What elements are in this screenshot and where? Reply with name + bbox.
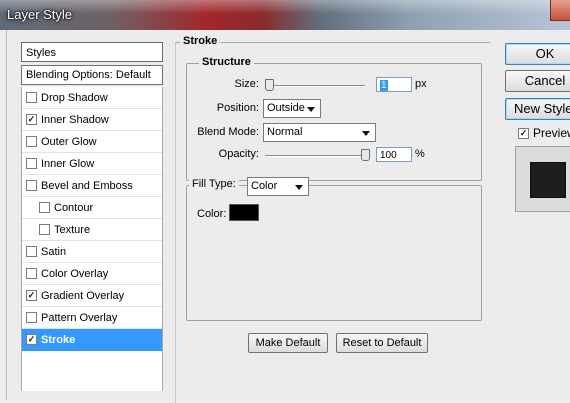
window-close-button[interactable] bbox=[550, 0, 570, 21]
preview-label: Preview bbox=[533, 126, 570, 140]
style-item-label: Texture bbox=[54, 224, 91, 236]
structure-title: Structure bbox=[199, 56, 254, 68]
window-title: Layer Style bbox=[7, 7, 73, 22]
opacity-slider-track[interactable] bbox=[265, 155, 369, 157]
size-label: Size: bbox=[234, 78, 259, 90]
fill-type-select[interactable]: Color bbox=[247, 177, 309, 196]
size-unit: px bbox=[415, 78, 427, 90]
position-label: Position: bbox=[216, 102, 259, 114]
checkbox[interactable] bbox=[26, 135, 37, 147]
style-item-label: Color Overlay bbox=[41, 268, 109, 280]
blend-mode-value: Normal bbox=[267, 126, 303, 138]
preview-square bbox=[531, 163, 565, 197]
checkbox[interactable] bbox=[26, 91, 37, 103]
new-style-button[interactable]: New Style... bbox=[505, 98, 570, 120]
style-item-texture[interactable]: Texture bbox=[22, 219, 162, 241]
check-icon[interactable]: ✓ bbox=[518, 127, 529, 139]
checkbox[interactable] bbox=[39, 201, 50, 213]
checkbox[interactable] bbox=[26, 179, 37, 191]
check-icon[interactable]: ✓ bbox=[26, 289, 37, 301]
stroke-panel: Stroke Structure Size: 1 px Position: Ou… bbox=[175, 35, 490, 403]
title-glare bbox=[0, 0, 570, 14]
make-default-button[interactable]: Make Default bbox=[248, 333, 328, 353]
style-item-label: Stroke bbox=[41, 334, 76, 346]
preview-toggle[interactable]: ✓ Preview bbox=[518, 126, 570, 140]
style-item-stroke[interactable]: ✓ Stroke bbox=[22, 329, 162, 351]
style-item-label: Gradient Overlay bbox=[41, 290, 125, 302]
chevron-down-icon bbox=[362, 131, 370, 136]
size-input[interactable]: 1 bbox=[376, 77, 412, 92]
checkbox[interactable] bbox=[26, 157, 37, 169]
style-item-label: Drop Shadow bbox=[41, 92, 108, 104]
style-item-pattern-overlay[interactable]: Pattern Overlay bbox=[22, 307, 162, 329]
opacity-unit: % bbox=[415, 148, 425, 160]
blend-mode-select[interactable]: Normal bbox=[263, 123, 376, 142]
size-slider-thumb[interactable] bbox=[265, 79, 274, 91]
opacity-input[interactable]: 100 bbox=[376, 147, 412, 162]
color-swatch[interactable] bbox=[229, 204, 259, 221]
style-item-inner-glow[interactable]: Inner Glow bbox=[22, 153, 162, 175]
title-bar: Layer Style bbox=[0, 0, 570, 30]
fill-type-value: Color bbox=[251, 180, 278, 192]
style-item-outer-glow[interactable]: Outer Glow bbox=[22, 131, 162, 153]
style-item-label: Satin bbox=[41, 246, 67, 258]
style-item-bevel-and-emboss[interactable]: Bevel and Emboss bbox=[22, 175, 162, 197]
style-item-color-overlay[interactable]: Color Overlay bbox=[22, 263, 162, 285]
checkbox[interactable] bbox=[26, 245, 37, 257]
style-item-label: Pattern Overlay bbox=[41, 312, 118, 324]
position-select[interactable]: Outside bbox=[263, 99, 321, 118]
style-item-label: Bevel and Emboss bbox=[41, 180, 133, 192]
size-value: 1 bbox=[380, 80, 388, 91]
ok-button[interactable]: OK bbox=[505, 43, 570, 65]
style-item-satin[interactable]: Satin bbox=[22, 241, 162, 263]
style-item-inner-shadow[interactable]: ✓ Inner Shadow bbox=[22, 109, 162, 131]
style-item-label: Inner Shadow bbox=[41, 114, 109, 126]
style-item-label: Contour bbox=[54, 202, 94, 214]
fill-type-label: Fill Type: bbox=[189, 178, 239, 190]
position-value: Outside bbox=[267, 102, 305, 114]
fill-group: Fill Type: Color Color: bbox=[186, 177, 482, 321]
preview-thumbnail bbox=[515, 146, 570, 212]
chevron-down-icon bbox=[307, 107, 315, 112]
checkbox[interactable] bbox=[26, 311, 37, 323]
checkbox[interactable] bbox=[39, 223, 50, 235]
styles-list: Drop Shadow ✓ Inner Shadow Outer Glow Inner … bbox=[21, 87, 163, 391]
style-item-contour[interactable]: Contour bbox=[22, 197, 162, 219]
color-label: Color: bbox=[197, 208, 227, 220]
opacity-slider-thumb[interactable] bbox=[361, 149, 370, 161]
chevron-down-icon bbox=[295, 185, 303, 190]
opacity-label: Opacity: bbox=[218, 148, 259, 160]
size-slider-track[interactable] bbox=[265, 85, 365, 87]
styles-panel: Styles Blending Options: Default Drop Sh… bbox=[21, 42, 163, 391]
check-icon[interactable]: ✓ bbox=[26, 333, 37, 345]
style-item-gradient-overlay[interactable]: ✓ Gradient Overlay bbox=[22, 285, 162, 307]
blend-mode-label: Blend Mode: bbox=[197, 126, 259, 138]
stroke-section-title: Stroke bbox=[180, 35, 221, 47]
style-item-label: Outer Glow bbox=[41, 136, 97, 148]
dialog-content: Styles Blending Options: Default Drop Sh… bbox=[6, 30, 570, 403]
structure-group: Structure Size: 1 px Position: Outside B… bbox=[186, 56, 482, 181]
opacity-value: 100 bbox=[380, 150, 397, 161]
check-icon[interactable]: ✓ bbox=[26, 113, 37, 125]
reset-to-default-button[interactable]: Reset to Default bbox=[336, 333, 428, 353]
style-item-drop-shadow[interactable]: Drop Shadow bbox=[22, 87, 162, 109]
cancel-button[interactable]: Cancel bbox=[505, 70, 570, 92]
styles-header[interactable]: Styles bbox=[21, 42, 163, 62]
checkbox[interactable] bbox=[26, 267, 37, 279]
style-item-label: Inner Glow bbox=[41, 158, 95, 170]
blending-options-item[interactable]: Blending Options: Default bbox=[21, 65, 163, 85]
